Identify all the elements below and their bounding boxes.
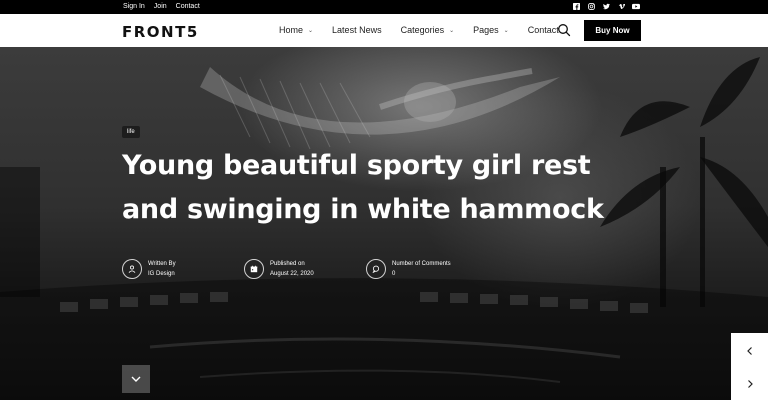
meta-author-label: Written By bbox=[148, 261, 176, 267]
top-links: Sign In Join Contact bbox=[123, 3, 200, 10]
meta-published-label: Published on bbox=[270, 261, 305, 267]
nav-latest-news[interactable]: Latest News bbox=[332, 25, 382, 35]
meta-author: Written By IG Design bbox=[122, 259, 176, 279]
nav-pages[interactable]: Pages ⌄ bbox=[473, 25, 509, 35]
nav-home[interactable]: Home ⌄ bbox=[279, 25, 313, 35]
main-navbar: FRONT5 Home ⌄ Latest News Categories ⌄ P… bbox=[0, 14, 768, 47]
calendar-icon bbox=[244, 259, 264, 279]
meta-published: Published on August 22, 2020 bbox=[244, 259, 314, 279]
sign-in-link[interactable]: Sign In bbox=[123, 3, 145, 10]
contact-link[interactable]: Contact bbox=[176, 3, 200, 10]
slider-controls bbox=[731, 333, 768, 400]
main-nav: Home ⌄ Latest News Categories ⌄ Pages ⌄ … bbox=[279, 25, 578, 35]
hero-section: life Young beautiful sporty girl rest an… bbox=[0, 47, 768, 400]
social-links bbox=[572, 2, 640, 10]
meta-published-value: August 22, 2020 bbox=[270, 271, 314, 277]
twitter-icon[interactable] bbox=[602, 2, 610, 10]
buy-now-button[interactable]: Buy Now bbox=[584, 20, 641, 41]
instagram-icon[interactable] bbox=[587, 2, 595, 10]
join-link[interactable]: Join bbox=[154, 3, 167, 10]
chevron-down-icon: ⌄ bbox=[308, 27, 314, 34]
youtube-icon[interactable] bbox=[632, 2, 640, 10]
nav-categories-label: Categories bbox=[400, 25, 445, 35]
vimeo-icon[interactable] bbox=[617, 2, 625, 10]
chevron-down-icon bbox=[131, 376, 141, 382]
nav-contact[interactable]: Contact bbox=[528, 25, 559, 35]
meta-comments-value: 0 bbox=[392, 271, 396, 277]
nav-latest-news-label: Latest News bbox=[332, 25, 382, 35]
meta-author-value[interactable]: IG Design bbox=[148, 269, 176, 279]
meta-comments: Number of Comments 0 bbox=[366, 259, 451, 279]
meta-comments-label: Number of Comments bbox=[392, 261, 451, 267]
post-title[interactable]: Young beautiful sporty girl rest and swi… bbox=[122, 144, 642, 232]
top-bar: Sign In Join Contact bbox=[0, 0, 768, 14]
facebook-icon[interactable] bbox=[572, 2, 580, 10]
scroll-down-button[interactable] bbox=[122, 365, 150, 393]
comment-icon bbox=[366, 259, 386, 279]
chevron-left-icon[interactable] bbox=[745, 346, 755, 356]
chevron-down-icon: ⌄ bbox=[449, 27, 455, 34]
nav-contact-label: Contact bbox=[527, 25, 559, 35]
nav-categories[interactable]: Categories ⌄ bbox=[401, 25, 455, 35]
chevron-right-icon[interactable] bbox=[745, 379, 755, 389]
nav-pages-label: Pages bbox=[473, 25, 499, 35]
nav-home-label: Home bbox=[279, 25, 304, 35]
site-logo[interactable]: FRONT5 bbox=[122, 23, 199, 41]
search-icon[interactable] bbox=[557, 23, 571, 37]
user-icon bbox=[122, 259, 142, 279]
chevron-down-icon: ⌄ bbox=[503, 27, 509, 34]
category-badge[interactable]: life bbox=[122, 126, 140, 138]
